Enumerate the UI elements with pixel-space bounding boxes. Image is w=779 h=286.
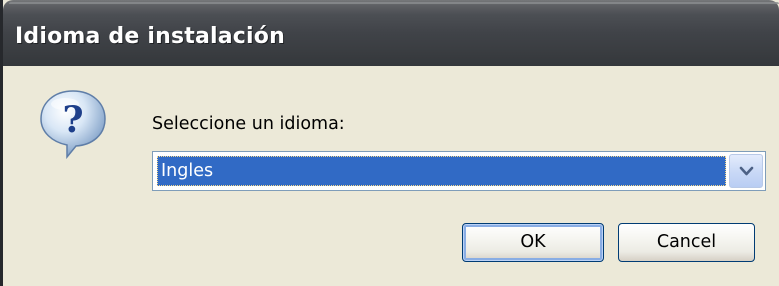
cancel-button[interactable]: Cancel — [618, 223, 755, 262]
window-title: Idioma de instalación — [15, 24, 285, 49]
language-select[interactable]: Ingles — [152, 151, 766, 191]
language-install-dialog: Idioma de instalación ? Seleccione un id… — [0, 0, 779, 286]
question-icon: ? — [40, 90, 106, 159]
dropdown-button[interactable] — [729, 154, 763, 188]
language-prompt-label: Seleccione un idioma: — [152, 114, 345, 134]
title-bar-highlight — [9, 2, 779, 4]
ok-button[interactable]: OK — [462, 223, 604, 262]
language-selected-value[interactable]: Ingles — [157, 156, 726, 186]
svg-text:?: ? — [62, 99, 83, 141]
language-selected-text: Ingles — [161, 161, 214, 181]
chevron-down-icon — [739, 166, 754, 176]
title-bar[interactable]: Idioma de instalación — [3, 0, 779, 66]
